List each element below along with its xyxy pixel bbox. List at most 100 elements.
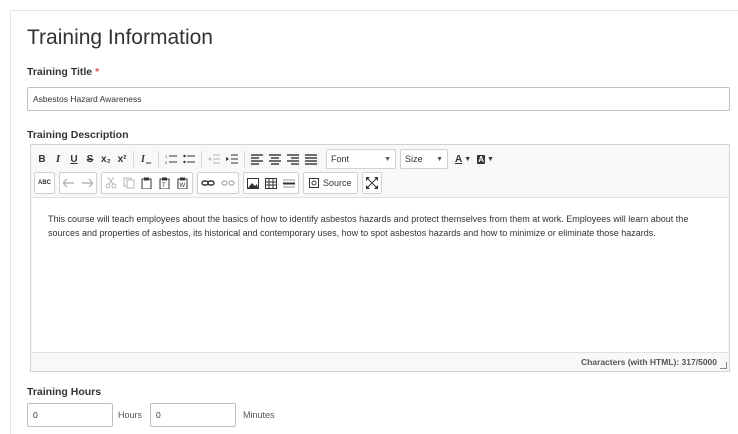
align-right-icon: [287, 154, 300, 165]
image-icon: [247, 177, 259, 189]
resize-handle-icon[interactable]: [720, 362, 727, 369]
decrease-indent-button[interactable]: [205, 149, 223, 169]
link-icon: [201, 180, 215, 186]
align-left-button[interactable]: [248, 149, 266, 169]
spellcheck-button[interactable]: ABC: [35, 173, 54, 193]
table-icon: [265, 177, 277, 189]
font-combo[interactable]: Font ▼: [326, 149, 397, 169]
remove-format-button[interactable]: I: [137, 149, 155, 169]
toolbar-separator: [158, 151, 160, 167]
section-title: Training Information: [27, 26, 213, 49]
toolbar-separator: [201, 151, 203, 167]
bold-button[interactable]: B: [34, 149, 50, 169]
size-combo[interactable]: Size ▼: [400, 149, 449, 169]
minutes-input[interactable]: 0: [150, 403, 236, 427]
subscript-button[interactable]: x₂: [98, 149, 114, 169]
required-mark: *: [95, 66, 100, 78]
rich-text-editor: B I U S x₂ x² I 12 Font ▼ Size ▼ A ▼ A ▼…: [30, 144, 730, 372]
text-color-icon: A: [455, 153, 463, 165]
chevron-down-icon: ▼: [384, 155, 392, 163]
remove-format-icon: I: [140, 154, 152, 165]
outdent-icon: [208, 154, 221, 164]
background-color-icon: A: [477, 154, 485, 164]
horizontal-rule-button[interactable]: [280, 173, 298, 193]
horizontal-rule-icon: [283, 179, 295, 187]
paste-word-icon: W: [177, 177, 188, 189]
maximize-group: [361, 172, 382, 194]
increase-indent-button[interactable]: [223, 149, 241, 169]
chevron-down-icon: ▼: [464, 155, 472, 163]
paste-text-button[interactable]: T: [156, 173, 174, 193]
chevron-down-icon: ▼: [436, 155, 444, 163]
character-count: Characters (with HTML): 317/5000: [580, 357, 717, 367]
training-title-label-text: Training Title: [27, 66, 93, 78]
maximize-icon: [365, 177, 378, 189]
strikethrough-button[interactable]: S: [82, 149, 98, 169]
source-icon: [309, 178, 319, 188]
minutes-unit-label: Minutes: [243, 410, 275, 420]
copy-button[interactable]: [120, 173, 138, 193]
toolbar-row-1: B I U S x₂ x² I 12 Font ▼ Size ▼ A ▼ A ▼: [34, 148, 497, 170]
training-title-input[interactable]: Asbestos Hazard Awareness: [27, 87, 730, 111]
size-combo-label: Size: [405, 154, 423, 164]
bulleted-list-button[interactable]: [180, 149, 198, 169]
italic-button[interactable]: I: [50, 149, 66, 169]
hours-input[interactable]: 0: [27, 403, 113, 427]
undo-redo-group: [59, 172, 97, 194]
toolbar-row-2: ABC T W Source: [34, 172, 386, 194]
training-title-label: Training Title *: [27, 66, 99, 78]
paste-text-icon: T: [159, 177, 170, 189]
svg-text:2: 2: [165, 160, 168, 165]
cut-icon: [105, 177, 117, 189]
editor-content-area[interactable]: This course will teach employees about t…: [32, 197, 728, 353]
background-color-button[interactable]: A ▼: [474, 149, 497, 169]
redo-icon: [82, 178, 93, 188]
redo-button[interactable]: [78, 173, 96, 193]
link-group: [197, 172, 239, 194]
justify-icon: [305, 154, 318, 165]
spellcheck-group: ABC: [34, 172, 55, 194]
source-group: Source: [303, 172, 358, 194]
align-left-icon: [251, 154, 264, 165]
hours-unit-label: Hours: [118, 410, 143, 420]
align-right-button[interactable]: [284, 149, 302, 169]
svg-text:1: 1: [165, 154, 168, 159]
text-color-button[interactable]: A ▼: [452, 149, 474, 169]
numbered-list-icon: 12: [165, 154, 178, 165]
image-button[interactable]: [244, 173, 262, 193]
source-button-label: Source: [323, 178, 352, 188]
cut-button[interactable]: [102, 173, 120, 193]
spellcheck-icon: ABC: [38, 180, 51, 186]
align-center-button[interactable]: [266, 149, 284, 169]
undo-icon: [63, 178, 74, 188]
toolbar-separator: [133, 151, 135, 167]
toolbar-separator: [244, 151, 246, 167]
source-button[interactable]: Source: [304, 173, 357, 193]
superscript-button[interactable]: x²: [114, 149, 130, 169]
paste-button[interactable]: [138, 173, 156, 193]
unlink-button[interactable]: [218, 173, 238, 193]
table-button[interactable]: [262, 173, 280, 193]
svg-text:T: T: [162, 183, 166, 189]
unlink-icon: [221, 180, 235, 186]
justify-button[interactable]: [302, 149, 320, 169]
link-button[interactable]: [198, 173, 218, 193]
clipboard-group: T W: [101, 172, 193, 194]
numbered-list-button[interactable]: 12: [162, 149, 180, 169]
font-combo-label: Font: [331, 154, 350, 164]
training-hours-label: Training Hours: [27, 386, 102, 398]
paste-icon: [141, 177, 152, 189]
undo-button[interactable]: [60, 173, 78, 193]
chevron-down-icon: ▼: [486, 155, 494, 163]
training-description-label: Training Description: [27, 129, 129, 141]
insert-group: [243, 172, 299, 194]
copy-icon: [123, 177, 135, 189]
underline-button[interactable]: U: [66, 149, 82, 169]
paste-word-button[interactable]: W: [174, 173, 192, 193]
bulleted-list-icon: [183, 154, 196, 164]
align-center-icon: [269, 154, 282, 165]
maximize-button[interactable]: [363, 173, 381, 193]
indent-icon: [226, 154, 239, 164]
svg-text:I: I: [140, 154, 146, 165]
svg-text:W: W: [180, 183, 186, 189]
